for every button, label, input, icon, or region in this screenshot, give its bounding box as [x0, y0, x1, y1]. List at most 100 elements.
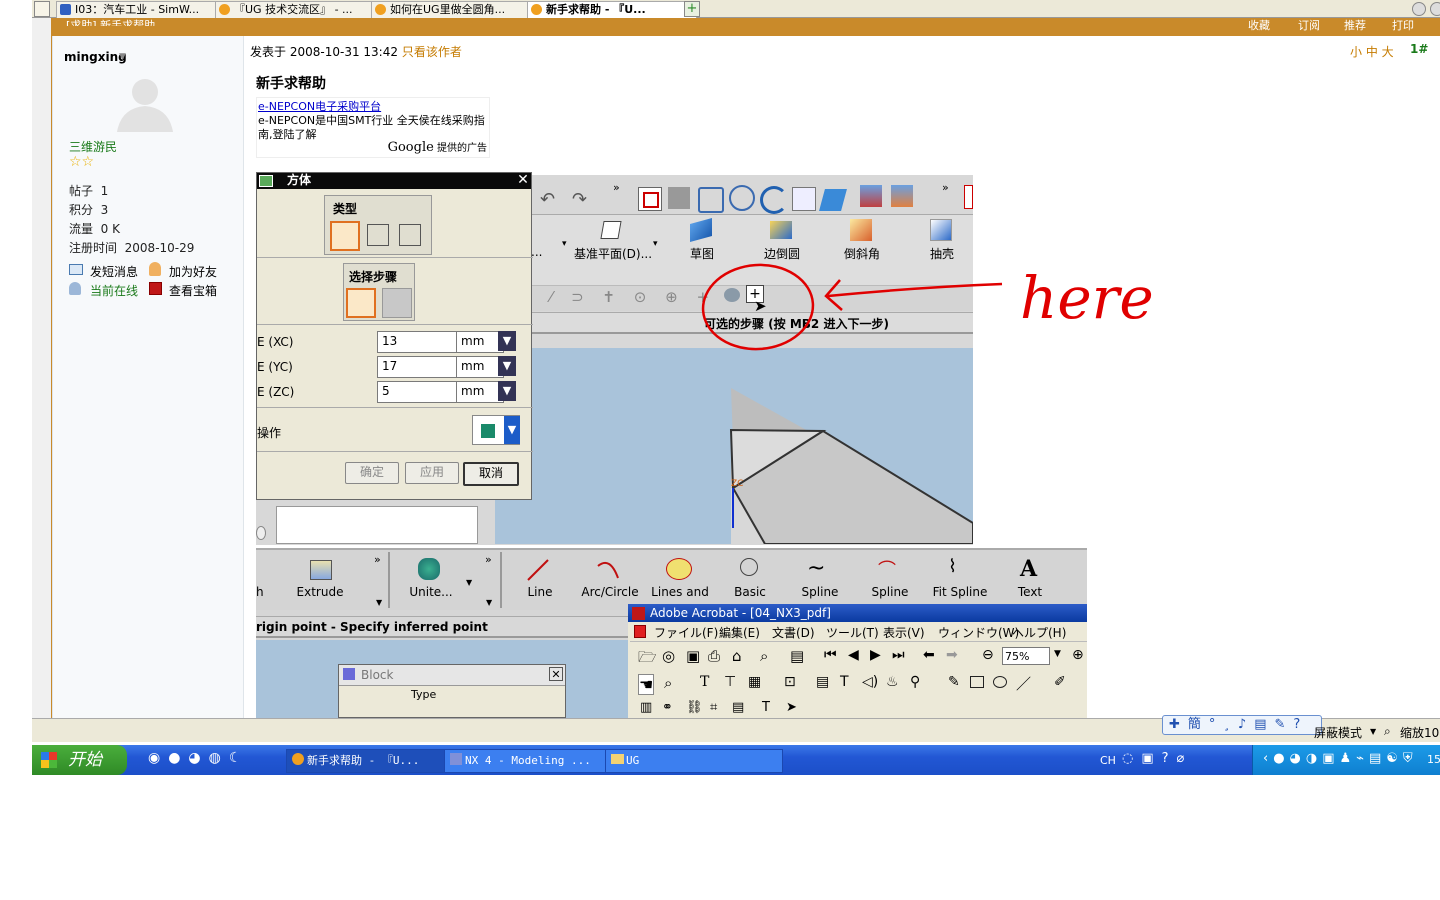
chevron-down-icon[interactable]: ▼ [376, 598, 382, 607]
subscribe-link[interactable]: 订阅 [1298, 18, 1320, 34]
add-friend-link[interactable]: 加为好友 [169, 263, 217, 280]
extrude-button[interactable]: Extrude [290, 585, 350, 599]
online-status-link[interactable]: 当前在线 [90, 282, 138, 299]
save-icon[interactable]: ▣ [686, 647, 700, 665]
length-xc-unit[interactable]: mm [456, 331, 504, 353]
height-zc-unit[interactable]: mm [456, 381, 504, 403]
tray-icons[interactable]: ‹●◕◑▣♟⌁▤☯⛨ [1263, 751, 1418, 766]
next-view-icon[interactable]: ➡ [946, 647, 958, 663]
chevron-down-icon[interactable]: ▼ [466, 578, 472, 587]
highlight-icon[interactable]: ✐ [1054, 674, 1066, 690]
new-tab-icon[interactable]: + [684, 1, 700, 17]
zoom-input[interactable]: 75% [1002, 647, 1050, 665]
only-author-link[interactable]: 只看该作者 [402, 45, 462, 59]
studio-spline-button[interactable]: Spline [866, 585, 914, 599]
chevron-down-icon[interactable]: ▼ [498, 381, 516, 401]
type-two-points-icon[interactable] [367, 224, 389, 246]
next-page-icon[interactable]: ▶ [870, 647, 881, 663]
chevron-down-icon[interactable]: ▼ [498, 356, 516, 376]
filmstrip-icon[interactable]: ▥ [640, 700, 652, 715]
zoom-out-icon[interactable]: ⊖ [982, 647, 994, 663]
stamp-icon[interactable]: ♨ [886, 674, 899, 690]
zoom-region-icon[interactable] [668, 187, 690, 209]
ok-button[interactable]: 确定 [345, 462, 399, 484]
last-page-icon[interactable]: ⏭ [892, 647, 905, 663]
rectangle-icon[interactable] [970, 676, 984, 688]
text-edit-icon[interactable]: T [840, 674, 849, 690]
boolean-op-select[interactable]: ▼ [472, 415, 520, 445]
nx-viewport[interactable]: ZC [495, 348, 973, 544]
line-tool-icon[interactable]: ／ [1016, 673, 1031, 694]
apply-button[interactable]: 应用 [405, 462, 459, 484]
crop-icon[interactable]: ⌗ [710, 700, 717, 715]
menu-file[interactable]: ファイル(F) [654, 624, 718, 641]
hand-tool-icon[interactable]: ☚ [638, 674, 655, 695]
language-indicator[interactable]: CH [1100, 754, 1116, 767]
chevron-down-icon[interactable]: ▼ [504, 416, 520, 444]
search-icon[interactable]: ⌕ [760, 647, 768, 665]
basic-curves-button[interactable]: Basic [726, 585, 774, 599]
spline-button[interactable]: Spline [796, 585, 844, 599]
chevron-down-icon[interactable]: ▾ [562, 239, 567, 249]
cancel-button[interactable]: 取消 [463, 462, 519, 486]
unite-button[interactable]: Unite... [406, 585, 456, 599]
type-two-diagonal-icon[interactable] [399, 224, 421, 246]
pan-icon[interactable] [792, 187, 816, 211]
step-origin-icon[interactable] [346, 288, 376, 318]
tab-help-active[interactable]: 新手求帮助 - 『U...✕ [527, 1, 697, 18]
attach-icon[interactable]: ⚭ [662, 700, 673, 715]
author-name[interactable]: mingxing [64, 50, 127, 64]
navigator-icon[interactable] [256, 526, 266, 540]
first-page-icon[interactable]: ⏮ [824, 647, 837, 663]
column-select-icon[interactable]: ⊤ [724, 674, 736, 690]
tab-fillet[interactable]: 如何在UG里做全圆角... [371, 1, 543, 18]
ellipse-icon[interactable] [993, 676, 1007, 688]
send-message-link[interactable]: 发短消息 [90, 263, 138, 280]
datum-plane-button[interactable]: 基准平面(D)... [574, 245, 652, 262]
task-browser[interactable]: 新手求帮助 - 『U... [286, 749, 460, 773]
print-link[interactable]: 打印 [1392, 18, 1414, 34]
chevron-down-icon[interactable]: ▼ [486, 598, 492, 607]
link-icon[interactable]: ⛓ [686, 700, 703, 715]
redo-icon[interactable]: ↷ [572, 189, 587, 210]
line-button[interactable]: Line [515, 585, 565, 599]
arc-circle-button[interactable]: Arc/Circle [576, 585, 644, 599]
toolbar-overflow-icon[interactable]: » [613, 181, 620, 194]
chevron-down-icon[interactable]: ▼ [498, 331, 516, 351]
navigator-list[interactable] [276, 506, 478, 544]
chevron-down-icon[interactable]: ▾ [653, 239, 658, 249]
home-icon[interactable] [34, 1, 50, 17]
organizer-icon[interactable]: ◎ [662, 647, 675, 665]
block-mode-status[interactable]: 屏蔽模式 [1314, 724, 1362, 741]
recommend-link[interactable]: 推荐 [1344, 18, 1366, 34]
forward-icon[interactable] [1430, 2, 1440, 16]
menu-help[interactable]: ヘルプ(H) [1012, 624, 1066, 641]
height-zc-input[interactable]: 5 [377, 381, 463, 403]
pin-icon[interactable]: ⚲ [910, 674, 920, 690]
toolbar-overflow-icon[interactable]: » [942, 181, 949, 194]
length-xc-input[interactable]: 13 [377, 331, 463, 353]
chevron-down-icon[interactable]: ▼ [1054, 649, 1061, 659]
step-point-icon[interactable] [382, 288, 412, 318]
ad-link[interactable]: e-NEPCON电子采购平台 [258, 98, 489, 114]
zoom-in-icon[interactable]: ⊕ [1072, 647, 1084, 663]
type-origin-edge-icon[interactable] [330, 221, 360, 251]
select-object-icon[interactable]: ➤ [786, 700, 797, 715]
view-treasure-link[interactable]: 查看宝箱 [169, 282, 217, 299]
menu-tools[interactable]: ツール(T) [826, 624, 879, 641]
font-size-links[interactable]: 小 中 大 [1350, 43, 1394, 60]
magnify-icon[interactable] [729, 185, 755, 211]
form-icon[interactable]: ▤ [732, 700, 744, 715]
table-select-icon[interactable]: ▦ [748, 674, 761, 690]
width-yc-input[interactable]: 17 [377, 356, 463, 378]
task-nx[interactable]: NX 4 - Modeling ... [444, 749, 622, 773]
undo-icon[interactable]: ↶ [540, 189, 555, 210]
menu-window[interactable]: ウィンドウ(W) [938, 624, 1019, 641]
zoom-magnifier-icon[interactable]: ⌕ [1384, 724, 1391, 739]
snapshot-icon[interactable]: ⊡ [784, 674, 796, 690]
fit-view-icon[interactable] [638, 187, 662, 211]
snap-point-icons[interactable]: / ⁄ ⊃ ✝ ⊙ ⊕ + [526, 288, 716, 306]
task-ug-folder[interactable]: UG [605, 749, 783, 773]
text-button[interactable]: Text [1008, 585, 1052, 599]
width-yc-unit[interactable]: mm [456, 356, 504, 378]
